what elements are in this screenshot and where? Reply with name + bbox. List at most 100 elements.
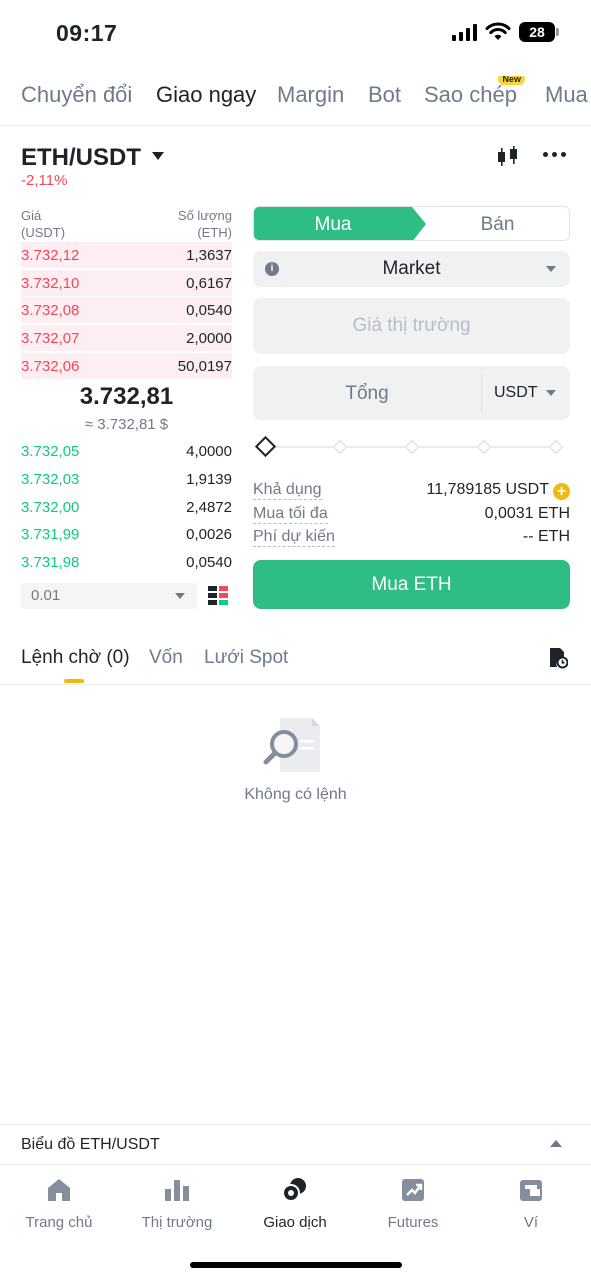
nav-wallet[interactable]: Ví xyxy=(472,1176,590,1231)
status-time: 09:17 xyxy=(56,20,118,46)
ask-price: 3.732,08 xyxy=(21,301,80,319)
bid-qty: 2,4872 xyxy=(186,498,232,516)
info-icon[interactable]: i xyxy=(265,262,279,276)
slider-step-50[interactable] xyxy=(404,439,420,455)
more-options-icon[interactable] xyxy=(543,152,566,157)
ask-price: 3.732,12 xyxy=(21,246,80,264)
bid-row[interactable]: 3.731,98 0,0540 xyxy=(21,549,232,575)
ask-price: 3.732,07 xyxy=(21,329,80,347)
caret-down-icon xyxy=(175,593,185,599)
futures-icon xyxy=(402,1179,424,1201)
bid-row[interactable]: 3.732,03 1,9139 xyxy=(21,466,232,492)
status-icons: 28 xyxy=(452,22,559,42)
slider-step-100[interactable] xyxy=(548,439,564,455)
ask-row[interactable]: 3.732,10 0,6167 xyxy=(21,270,232,296)
amount-slider[interactable] xyxy=(254,435,564,458)
ask-row[interactable]: 3.732,06 50,0197 xyxy=(21,353,232,379)
tab-margin[interactable]: Margin xyxy=(277,82,344,108)
pair-selector[interactable]: ETH/USDT xyxy=(21,144,141,172)
bid-price: 3.732,03 xyxy=(21,470,80,488)
home-icon xyxy=(48,1179,70,1201)
nav-futures[interactable]: Futures xyxy=(354,1176,472,1231)
ask-row[interactable]: 3.732,12 1,3637 xyxy=(21,242,232,268)
deposit-plus-icon[interactable]: + xyxy=(553,483,570,500)
nav-home[interactable]: Trang chủ xyxy=(0,1176,118,1231)
wallet-icon xyxy=(520,1180,542,1201)
battery-icon: 28 xyxy=(519,22,559,42)
bid-qty: 4,0000 xyxy=(186,442,232,460)
price-change: -2,11% xyxy=(21,172,68,189)
max-buy-row: Mua tối đa 0,0031 ETH xyxy=(253,505,570,527)
caret-down-icon xyxy=(546,266,556,272)
orderbook-qty-header-line1: Số lượng xyxy=(177,208,232,223)
ask-row[interactable]: 3.732,07 2,0000 xyxy=(21,325,232,351)
total-placeholder: Tổng xyxy=(345,383,389,404)
bid-row[interactable]: 3.732,00 2,4872 xyxy=(21,494,232,520)
nav-markets[interactable]: Thị trường xyxy=(118,1176,236,1231)
ask-qty: 50,0197 xyxy=(177,357,232,375)
ask-qty: 2,0000 xyxy=(186,329,232,347)
slider-step-25[interactable] xyxy=(332,439,348,455)
sell-side-tab[interactable]: Bán xyxy=(426,207,569,240)
ask-qty: 0,0540 xyxy=(186,301,232,319)
tab-copy-trading-label: Sao chép xyxy=(424,82,517,107)
fee-value: -- ETH xyxy=(522,528,570,545)
orderbook-price-header-line1: Giá xyxy=(21,208,42,223)
bid-price: 3.731,99 xyxy=(21,525,80,543)
last-price-usd: ≈ 3.732,81 $ xyxy=(84,416,169,433)
new-badge: New xyxy=(498,76,525,85)
slider-handle[interactable] xyxy=(254,435,277,458)
chart-toggle-label[interactable]: Biểu đồ ETH/USDT xyxy=(21,1136,160,1154)
status-bar: 09:17 28 xyxy=(0,0,591,66)
nav-home-label: Trang chủ xyxy=(25,1214,93,1231)
candlestick-chart-icon[interactable] xyxy=(495,146,521,168)
buy-side-tab[interactable]: Mua xyxy=(254,207,426,240)
nav-trade[interactable]: Giao dịch xyxy=(236,1176,354,1231)
divider xyxy=(481,374,482,412)
price-input[interactable]: Giá thị trường xyxy=(253,298,570,354)
tab-spot-grid[interactable]: Lưới Spot xyxy=(204,647,288,669)
max-buy-label: Mua tối đa xyxy=(253,505,328,524)
last-price: 3.732,81 xyxy=(79,383,174,410)
tab-buy[interactable]: Mua xyxy=(545,82,588,108)
orderbook-qty-header-line2: (ETH) xyxy=(197,225,232,240)
total-unit-select[interactable]: USDT xyxy=(494,384,538,402)
order-history-icon[interactable] xyxy=(548,647,568,669)
ask-price: 3.732,10 xyxy=(21,274,80,292)
ask-row[interactable]: 3.732,08 0,0540 xyxy=(21,297,232,323)
tab-copy-trading[interactable]: Sao chép New xyxy=(424,76,525,108)
divider xyxy=(0,125,591,126)
order-type-value: Market xyxy=(382,258,441,279)
ask-qty: 1,3637 xyxy=(186,246,232,264)
max-buy-value: 0,0031 ETH xyxy=(484,505,570,522)
caret-up-icon[interactable] xyxy=(550,1140,562,1147)
caret-down-icon[interactable] xyxy=(152,152,164,160)
tab-open-orders[interactable]: Lệnh chờ (0) xyxy=(21,647,130,669)
order-type-select[interactable]: i Market xyxy=(253,251,570,287)
nav-futures-label: Futures xyxy=(387,1214,439,1231)
bid-price: 3.732,00 xyxy=(21,498,80,516)
slider-step-75[interactable] xyxy=(476,439,492,455)
home-indicator[interactable] xyxy=(190,1262,402,1268)
bid-price: 3.731,98 xyxy=(21,553,80,571)
orderbook-layout-icon[interactable] xyxy=(208,586,228,606)
total-input[interactable]: Tổng USDT xyxy=(253,366,570,420)
available-value-wrap: 11,789185 USDT + xyxy=(427,481,570,500)
tab-bot[interactable]: Bot xyxy=(368,82,401,108)
tab-spot[interactable]: Giao ngay xyxy=(156,82,256,108)
bid-row[interactable]: 3.732,05 4,0000 xyxy=(21,438,232,464)
bid-qty: 0,0540 xyxy=(186,553,232,571)
tab-convert[interactable]: Chuyển đổi xyxy=(21,82,132,108)
divider xyxy=(0,1124,591,1125)
bid-row[interactable]: 3.731,99 0,0026 xyxy=(21,521,232,547)
no-orders-search-icon xyxy=(263,718,320,772)
buy-eth-button[interactable]: Mua ETH xyxy=(253,560,570,609)
tick-size-select[interactable]: 0.01 xyxy=(21,583,197,609)
caret-down-icon xyxy=(546,390,556,396)
ask-qty: 0,6167 xyxy=(186,274,232,292)
tab-funds[interactable]: Vốn xyxy=(149,647,183,669)
available-row: Khả dụng 11,789185 USDT + xyxy=(253,481,570,503)
fee-row: Phí dự kiến -- ETH xyxy=(253,528,570,550)
available-value: 11,789185 USDT xyxy=(426,481,549,498)
orderbook-price-header-line2: (USDT) xyxy=(21,225,66,240)
